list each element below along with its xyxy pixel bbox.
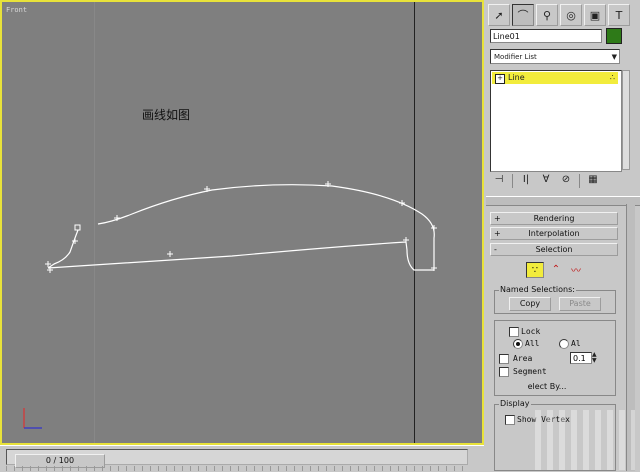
timeline-ticks: [6, 466, 466, 471]
object-name-field[interactable]: Line01: [490, 29, 602, 43]
expand-icon: +: [494, 229, 501, 238]
time-slider-track[interactable]: 0 / 100: [6, 449, 468, 468]
rollout-label: Rendering: [533, 214, 575, 223]
al-radio-label: Al: [571, 339, 581, 348]
hierarchy-tab[interactable]: ⚲: [536, 4, 558, 26]
all-radio[interactable]: [513, 339, 523, 349]
named-selections-group: Named Selections: Copy Paste: [494, 285, 616, 314]
panel-divider[interactable]: [486, 196, 640, 206]
group-title: Named Selections:: [499, 285, 576, 294]
rollout-interpolation[interactable]: + Interpolation: [490, 227, 618, 240]
collapse-icon: -: [494, 245, 497, 254]
object-color-swatch[interactable]: [606, 28, 622, 44]
rollout-selection[interactable]: - Selection: [490, 243, 618, 256]
motion-icon: ◎: [566, 8, 576, 22]
group-title: Display: [499, 399, 531, 408]
paste-button[interactable]: Paste: [559, 297, 601, 311]
segment-level-icon[interactable]: ⌃: [548, 262, 564, 276]
select-by-button[interactable]: elect By...: [515, 381, 579, 393]
area-label: Area: [513, 354, 533, 363]
expand-icon[interactable]: +: [495, 74, 505, 84]
segment-checkbox[interactable]: [499, 367, 509, 377]
hammer-icon: T: [615, 8, 623, 22]
rollout-label: Interpolation: [528, 229, 580, 238]
pointer-icon: ➚: [494, 8, 504, 22]
separator: [512, 174, 513, 188]
stack-scrollbar[interactable]: [622, 70, 630, 170]
lock-label: Lock: [521, 327, 541, 336]
show-vertex-checkbox[interactable]: [505, 415, 515, 425]
modifier-list-label: Modifier List: [494, 53, 537, 61]
copy-button[interactable]: Copy: [509, 297, 551, 311]
watermark-overlay: [535, 410, 635, 470]
time-slider-bar: 0 / 100: [0, 445, 484, 472]
display-monitor-icon: ▣: [589, 8, 601, 22]
selection-options-group: Lock All Al Area Segment elect By...: [494, 320, 616, 396]
segment-label: Segment: [513, 367, 547, 376]
area-spinner[interactable]: 0.1: [570, 352, 592, 364]
front-viewport[interactable]: Front 画线如图: [0, 0, 484, 445]
axis-tripod-icon: [23, 408, 42, 429]
hierarchy-icon: ⚲: [542, 8, 552, 22]
utilities-tab[interactable]: T: [608, 4, 630, 26]
lock-checkbox[interactable]: [509, 327, 519, 337]
expand-icon: +: [494, 214, 501, 223]
command-panel-tabs: ➚ ⌒ ⚲ ◎ ▣ T: [488, 4, 630, 26]
display-tab[interactable]: ▣: [584, 4, 606, 26]
spline-level-icon[interactable]: 〰: [568, 262, 584, 277]
chevron-down-icon: ▼: [611, 53, 617, 61]
motion-tab[interactable]: ◎: [560, 4, 582, 26]
modify-curve-icon: ⌒: [517, 9, 529, 22]
configure-sets-icon[interactable]: ▦: [586, 174, 600, 188]
area-checkbox[interactable]: [499, 354, 509, 364]
vertex-marker: [399, 200, 405, 206]
modifier-stack[interactable]: + Line ∴: [490, 70, 622, 172]
vertex-level-icon[interactable]: ∵: [526, 262, 544, 278]
spinner-arrows-icon[interactable]: ▲ ▼: [592, 352, 597, 364]
command-panel: ➚ ⌒ ⚲ ◎ ▣ T Line01 Modifier List ▼ + Line…: [486, 0, 640, 471]
modifier-list-dropdown[interactable]: Modifier List ▼: [490, 49, 620, 64]
stack-item-label: Line: [508, 73, 525, 82]
separator: [579, 174, 580, 188]
sub-object-level-buttons: ∵ ⌃ 〰: [526, 262, 584, 278]
create-tab[interactable]: ➚: [488, 4, 510, 26]
pin-stack-icon[interactable]: ⊣: [492, 174, 506, 188]
stack-item-line[interactable]: + Line ∴: [492, 72, 618, 84]
light-bulb-icon: ∴: [609, 73, 615, 82]
al-radio[interactable]: [559, 339, 569, 349]
stack-toolbar: ⊣ I| ∀ ⊘ ▦: [492, 174, 600, 188]
remove-modifier-icon[interactable]: ⊘: [559, 174, 573, 188]
modify-tab[interactable]: ⌒: [512, 4, 534, 26]
rollout-rendering[interactable]: + Rendering: [490, 212, 618, 225]
first-vertex-marker: [74, 224, 81, 231]
spline-shape[interactable]: [2, 2, 482, 443]
all-radio-label: All: [525, 339, 540, 348]
show-end-result-icon[interactable]: I|: [519, 174, 533, 188]
make-unique-icon[interactable]: ∀: [539, 174, 553, 188]
vertex-marker: [167, 251, 173, 257]
rollout-label: Selection: [535, 245, 573, 254]
